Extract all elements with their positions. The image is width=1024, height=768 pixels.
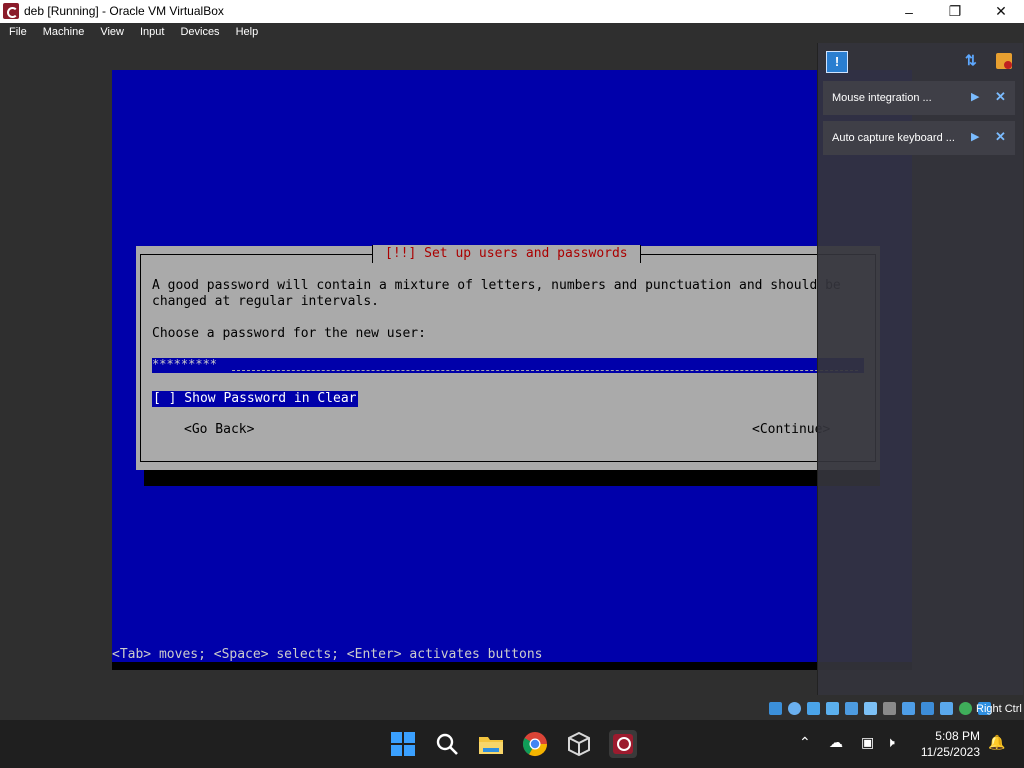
network-icon[interactable] — [826, 702, 839, 715]
mouse-integration-icon[interactable] — [940, 702, 953, 715]
sort-icon[interactable]: ⇅ — [965, 52, 981, 70]
system-clock[interactable]: 5:08 PM 11/25/2023 — [921, 728, 980, 760]
close-notification-icon[interactable]: ✕ — [995, 89, 1006, 105]
volume-icon[interactable]: 🕨 — [886, 734, 895, 751]
notification-label: Auto capture keyboard ... — [832, 132, 955, 144]
dialog-shadow — [144, 468, 880, 486]
window-title: deb [Running] - Oracle VM VirtualBox — [24, 4, 224, 18]
dialog-text-line1: A good password will contain a mixture o… — [152, 278, 841, 293]
pin-icon[interactable]: ▶ — [971, 130, 979, 143]
notification-label: Mouse integration ... — [832, 92, 932, 104]
guest-bottom-bar — [112, 662, 912, 670]
notification-bell-icon[interactable]: 🔔 — [988, 734, 1005, 751]
password-prompt: Choose a password for the new user: — [152, 326, 426, 341]
keyboard-hint: <Tab> moves; <Space> selects; <Enter> ac… — [112, 647, 543, 662]
maximize-button[interactable]: ❐ — [932, 0, 978, 23]
taskbar: ⌃ ☁ ▣ 🕨 5:08 PM 11/25/2023 🔔 — [0, 720, 1024, 768]
start-icon[interactable] — [389, 730, 417, 758]
menu-view[interactable]: View — [91, 23, 131, 42]
password-value: ********* — [152, 357, 218, 371]
network-off-icon[interactable]: ☁ — [829, 734, 843, 751]
hard-disk-icon[interactable] — [769, 702, 782, 715]
optical-drive-icon[interactable] — [788, 702, 801, 715]
menu-machine[interactable]: Machine — [34, 23, 92, 42]
pin-icon[interactable]: ▶ — [971, 90, 979, 103]
shared-folders-icon[interactable] — [864, 702, 877, 715]
menu-help[interactable]: Help — [227, 23, 266, 42]
dialog-title: [!!] Set up users and passwords — [372, 245, 641, 263]
clock-time: 5:08 PM — [935, 729, 980, 743]
display-tray-icon[interactable]: ▣ — [861, 734, 874, 751]
chrome-icon[interactable] — [521, 730, 549, 758]
input-underline — [232, 370, 858, 371]
close-button[interactable]: ✕ — [978, 0, 1024, 23]
host-key-label: Right Ctrl — [976, 703, 1022, 715]
menu-bar: File Machine View Input Devices Help — [0, 23, 1024, 42]
usb-icon[interactable] — [845, 702, 858, 715]
password-input[interactable]: ********* — [152, 357, 864, 373]
dialog-text-line2: changed at regular intervals. — [152, 294, 379, 309]
virtualbox-icon[interactable] — [565, 730, 593, 758]
go-back-button[interactable]: <Go Back> — [184, 422, 254, 437]
show-password-checkbox[interactable]: [ ] Show Password in Clear — [152, 391, 358, 407]
vm-activity-icon[interactable] — [959, 702, 972, 715]
notification-center-icon[interactable]: ! — [826, 51, 848, 73]
recording-icon[interactable] — [902, 702, 915, 715]
window-titlebar: deb [Running] - Oracle VM VirtualBox – ❐… — [0, 0, 1024, 23]
clear-all-icon[interactable] — [996, 53, 1012, 69]
menu-file[interactable]: File — [0, 23, 34, 42]
virtualbox-vm-icon — [3, 3, 19, 19]
notification-item[interactable]: Mouse integration ... ▶ ✕ — [823, 81, 1015, 115]
show-hidden-icons[interactable]: ⌃ — [799, 734, 811, 751]
menu-devices[interactable]: Devices — [171, 23, 226, 42]
audio-icon[interactable] — [807, 702, 820, 715]
notification-item[interactable]: Auto capture keyboard ... ▶ ✕ — [823, 121, 1015, 155]
display-icon[interactable] — [883, 702, 896, 715]
virtualization-icon[interactable] — [921, 702, 934, 715]
file-explorer-icon[interactable] — [477, 730, 505, 758]
debian-vm-icon[interactable] — [609, 730, 637, 758]
close-notification-icon[interactable]: ✕ — [995, 129, 1006, 145]
notification-center: ! ⇅ Mouse integration ... ▶ ✕ Auto captu… — [817, 43, 1023, 695]
menu-input[interactable]: Input — [131, 23, 171, 42]
search-icon[interactable] — [433, 730, 461, 758]
minimize-button[interactable]: – — [886, 0, 932, 23]
clock-date: 11/25/2023 — [920, 745, 980, 759]
